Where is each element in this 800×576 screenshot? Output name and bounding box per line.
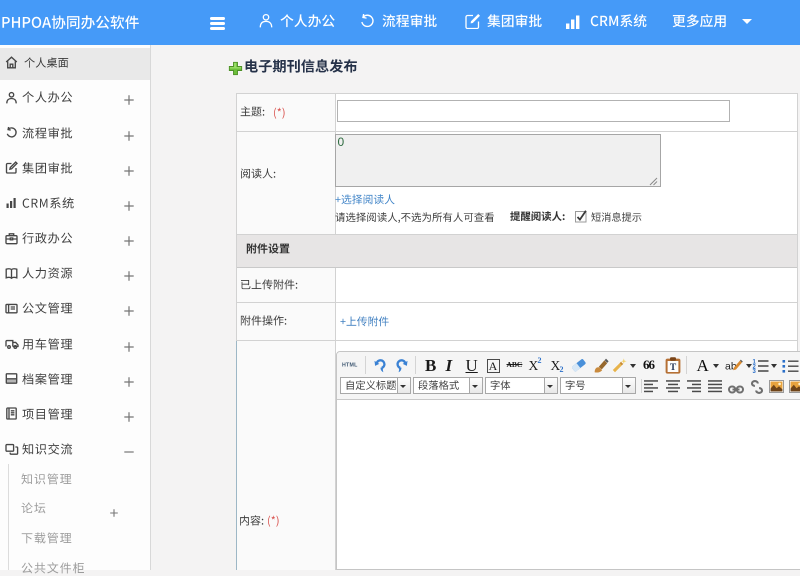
svg-text:3: 3 (753, 369, 757, 373)
svg-text:T: T (669, 363, 676, 373)
